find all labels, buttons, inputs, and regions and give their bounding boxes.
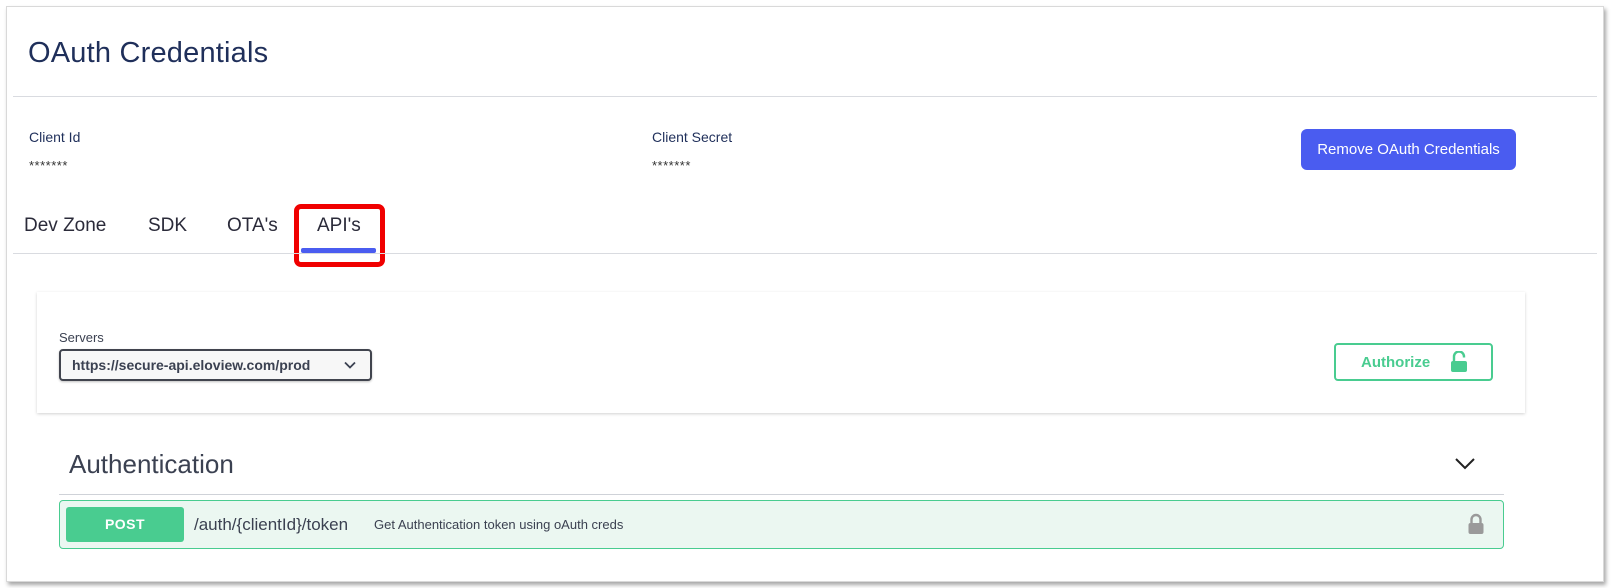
section-divider [59,494,1504,495]
method-badge: POST [66,507,184,542]
client-id-label: Client Id [29,129,81,145]
tab-bar: Dev Zone SDK OTA's API's [7,203,1603,253]
servers-selected-value: https://secure-api.eloview.com/prod [72,357,311,373]
tab-sdk[interactable]: SDK [148,215,187,237]
highlight-annotation-box [294,204,385,267]
tabs-divider [13,253,1597,254]
servers-panel: Servers https://secure-api.eloview.com/p… [37,292,1525,413]
chevron-down-icon [344,361,356,369]
lock-open-icon [1451,351,1467,372]
tab-otas[interactable]: OTA's [227,215,278,237]
operation-path: /auth/{clientId}/token [194,515,349,534]
tab-dev-zone[interactable]: Dev Zone [24,215,106,237]
authorize-button[interactable]: Authorize [1334,343,1493,381]
remove-oauth-credentials-button[interactable]: Remove OAuth Credentials [1301,129,1516,170]
client-secret-value: ******* [652,158,691,173]
chevron-down-icon[interactable] [1454,457,1476,471]
section-title-authentication[interactable]: Authentication [69,449,234,480]
client-secret-label: Client Secret [652,129,733,145]
client-id-value: ******* [29,158,68,173]
app-frame: OAuth Credentials Client Id ******* Clie… [6,6,1604,582]
operation-summary: Get Authentication token using oAuth cre… [374,517,624,532]
page-title: OAuth Credentials [28,37,269,69]
lock-icon[interactable] [1467,513,1485,535]
authorize-label: Authorize [1361,354,1431,371]
title-divider [13,96,1597,97]
operation-row[interactable]: POST /auth/{clientId}/token Get Authenti… [59,500,1504,549]
servers-select[interactable]: https://secure-api.eloview.com/prod [59,349,372,381]
servers-label: Servers [59,330,104,345]
